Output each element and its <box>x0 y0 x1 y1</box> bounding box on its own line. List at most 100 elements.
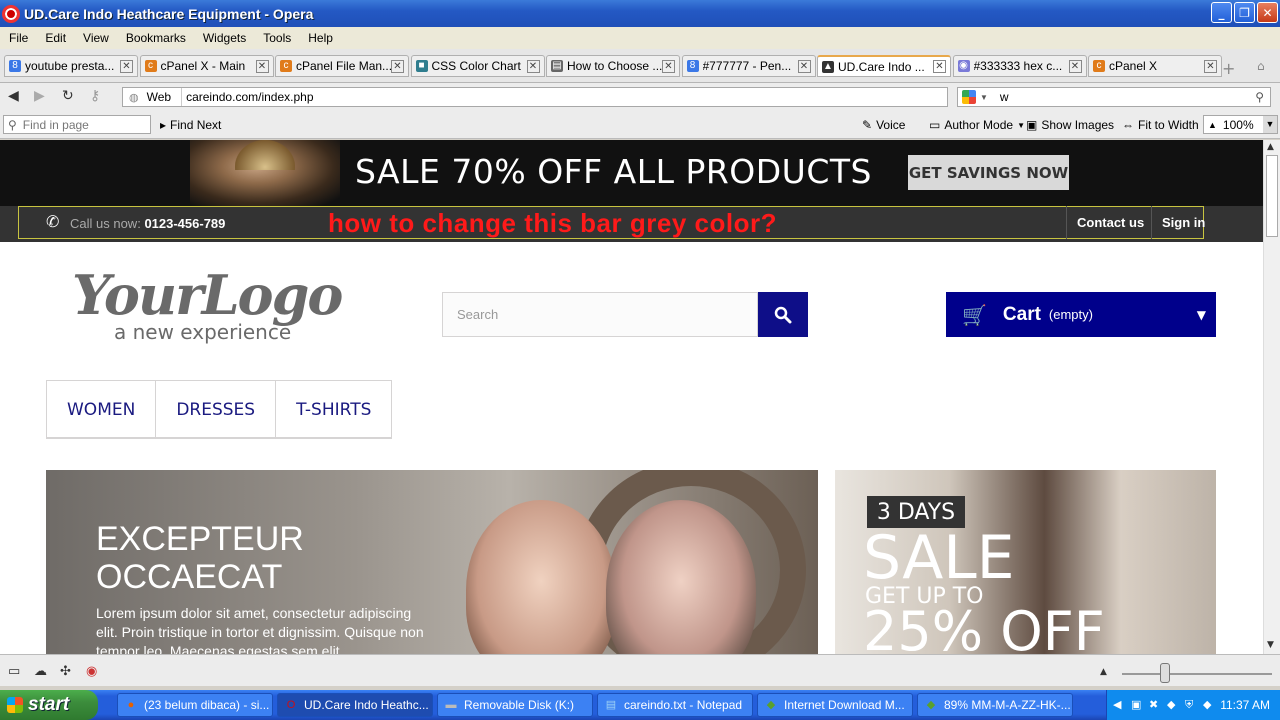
menu-item-women[interactable]: WOMEN <box>47 381 157 438</box>
taskbar-button[interactable]: ◆ 89% MM-M-A-ZZ-HK-... <box>917 693 1073 717</box>
close-tab-icon[interactable]: ✕ <box>526 59 540 73</box>
taskbar-button[interactable]: O UD.Care Indo Heathc... <box>277 693 433 717</box>
zoom-slider-thumb[interactable] <box>1160 663 1170 683</box>
taskbar-button[interactable]: ▤ careindo.txt - Notepad <box>597 693 753 717</box>
menu-item-dresses[interactable]: DRESSES <box>156 381 277 438</box>
maximize-button[interactable]: ❐ <box>1234 2 1255 23</box>
author-mode-button[interactable]: ▭ Author Mode ▼ <box>929 118 1025 132</box>
close-button[interactable]: ✕ <box>1257 2 1278 23</box>
side-promo-banner[interactable]: 3 DAYS SALE GET UP TO 25% OFF <box>835 470 1216 654</box>
close-tab-icon[interactable]: ✕ <box>1068 59 1082 73</box>
minimize-button[interactable]: _ <box>1211 2 1232 23</box>
menu-view[interactable]: View <box>74 31 117 45</box>
search-engine-field[interactable]: ▼ w ⚲ <box>957 87 1271 107</box>
window-titlebar[interactable]: UD.Care Indo Heathcare Equipment - Opera… <box>0 0 1280 27</box>
google-icon[interactable] <box>962 90 976 104</box>
tab-label: cPanel X <box>1109 59 1158 73</box>
menu-file[interactable]: File <box>0 31 36 45</box>
close-tab-icon[interactable]: ✕ <box>1204 59 1217 73</box>
browser-tab[interactable]: 8 #777777 - Pen... ✕ <box>681 55 816 77</box>
scrollbar-thumb[interactable] <box>1266 155 1278 237</box>
address-field[interactable]: ◍ Web careindo.com/index.php <box>122 87 948 107</box>
taskbar-button-label: Removable Disk (K:) <box>464 698 575 712</box>
tray-arrow-icon[interactable]: ◀ <box>1113 698 1121 711</box>
tools-icon[interactable]: ✖ <box>1149 698 1158 711</box>
back-icon[interactable]: ◀ <box>8 88 19 104</box>
browser-tab[interactable]: ■ CSS Color Chart ✕ <box>410 55 545 77</box>
sale-banner[interactable]: SALE 70% OFF ALL PRODUCTS GET SAVINGS NO… <box>0 140 1263 206</box>
browser-tab[interactable]: c cPanel X ✕ <box>1088 55 1222 77</box>
find-next-icon: ▸ <box>160 118 167 132</box>
site-search-input[interactable]: Search <box>442 292 758 337</box>
close-tab-icon[interactable]: ✕ <box>255 59 269 73</box>
homepage-slider[interactable]: EXCEPTEUR OCCAECAT Lorem ipsum dolor sit… <box>46 470 818 654</box>
browser-tab[interactable]: c cPanel X - Main ✕ <box>139 55 274 77</box>
network-icon[interactable]: ▣ <box>1131 698 1141 711</box>
site-search-button[interactable] <box>758 292 808 337</box>
zoom-up-icon[interactable]: ▲ <box>1208 120 1217 130</box>
browser-tab[interactable]: ▤ How to Choose ... ✕ <box>546 55 680 77</box>
key-icon[interactable]: ⚷ <box>90 88 100 104</box>
new-tab-button[interactable]: + <box>1222 59 1235 78</box>
close-tab-icon[interactable]: ✕ <box>797 59 811 73</box>
close-tab-icon[interactable]: ✕ <box>933 60 946 73</box>
get-savings-button[interactable]: GET SAVINGS NOW <box>908 155 1069 190</box>
tab-label: CSS Color Chart <box>431 59 521 73</box>
scroll-up-icon[interactable]: ▲ <box>1267 142 1274 152</box>
site-logo[interactable]: YourLogo a new experience <box>72 266 362 346</box>
contact-us-link[interactable]: Contact us <box>1066 206 1154 239</box>
search-engine-value[interactable]: w <box>1000 90 1255 104</box>
browser-tab[interactable]: c cPanel File Man... ✕ <box>275 55 409 77</box>
url-text[interactable]: careindo.com/index.php <box>186 90 313 104</box>
find-next-button[interactable]: ▸ Find Next <box>160 118 221 132</box>
voice-button[interactable]: ✎ Voice <box>862 118 905 132</box>
close-tab-icon[interactable]: ✕ <box>120 59 133 73</box>
volume-icon[interactable]: ◆ <box>1203 698 1211 711</box>
scroll-down-icon[interactable]: ▼ <box>1267 640 1274 650</box>
tab-label: UD.Care Indo ... <box>838 59 925 74</box>
taskbar-button[interactable]: ◆ Internet Download M... <box>757 693 913 717</box>
shield-icon[interactable]: ⛨ <box>1185 698 1193 712</box>
unite-icon[interactable]: ☁ <box>34 664 47 679</box>
taskbar-button[interactable]: ▬ Removable Disk (K:) <box>437 693 593 717</box>
forward-icon[interactable]: ▶ <box>34 88 45 104</box>
menu-item-tshirts[interactable]: T-SHIRTS <box>276 381 391 438</box>
menu-edit[interactable]: Edit <box>36 31 74 45</box>
chevron-down-icon[interactable]: ▼ <box>980 93 988 102</box>
menu-widgets[interactable]: Widgets <box>194 31 254 45</box>
menu-bookmarks[interactable]: Bookmarks <box>117 31 194 45</box>
banner-headline: SALE 70% OFF ALL PRODUCTS <box>355 152 872 191</box>
close-tab-icon[interactable]: ✕ <box>391 59 404 73</box>
zoom-select[interactable]: ▲ 100% ▼ <box>1203 115 1278 134</box>
menu-tools[interactable]: Tools <box>254 31 299 45</box>
zoom-slider-track[interactable] <box>1122 673 1272 675</box>
reload-icon[interactable]: ↻ <box>62 88 74 104</box>
annotation-question: how to change this bar grey color? <box>328 208 777 238</box>
start-button[interactable]: start <box>0 690 98 720</box>
cart-button[interactable]: 🛒 Cart (empty) ▼ <box>946 292 1216 337</box>
show-images-button[interactable]: ▣ Show Images <box>1026 118 1114 132</box>
chevron-down-icon[interactable]: ▼ <box>1197 308 1206 322</box>
taskbar-button-label: careindo.txt - Notepad <box>624 698 743 712</box>
browser-tab[interactable]: ◉ #333333 hex c... ✕ <box>952 55 1087 77</box>
search-icon[interactable]: ⚲ <box>1255 90 1264 104</box>
panel-toggle-icon[interactable]: ▭ <box>8 664 20 679</box>
page-scrollbar[interactable]: ▲ ▼ <box>1263 140 1280 654</box>
browser-tab[interactable]: ▲ UD.Care Indo ... ✕ <box>817 55 951 77</box>
page-viewport[interactable]: SALE 70% OFF ALL PRODUCTS GET SAVINGS NO… <box>0 140 1263 654</box>
browser-tab[interactable]: 8 youtube presta... ✕ <box>4 55 138 77</box>
idm-tray-icon[interactable]: ◆ <box>1167 698 1175 711</box>
chevron-down-icon[interactable]: ▼ <box>1263 116 1277 133</box>
zoom-out-icon[interactable]: ▲ <box>1100 667 1107 677</box>
find-in-page-input[interactable]: ⚲ Find in page <box>3 115 151 134</box>
globe-icon: ◍ <box>129 91 139 104</box>
taskbar-button[interactable]: ● (23 belum dibaca) - si... <box>117 693 273 717</box>
turbo-icon[interactable]: ✣ <box>60 664 71 679</box>
close-tab-icon[interactable]: ✕ <box>662 59 675 73</box>
menu-help[interactable]: Help <box>299 31 341 45</box>
sign-in-link[interactable]: Sign in <box>1151 206 1215 239</box>
web-label: Web <box>146 90 172 104</box>
closed-tabs-icon[interactable]: ⌂ <box>1257 59 1265 73</box>
addon-icon[interactable]: ◉ <box>86 664 97 679</box>
fit-to-width-button[interactable]: ⇔ Fit to Width <box>1122 118 1199 132</box>
